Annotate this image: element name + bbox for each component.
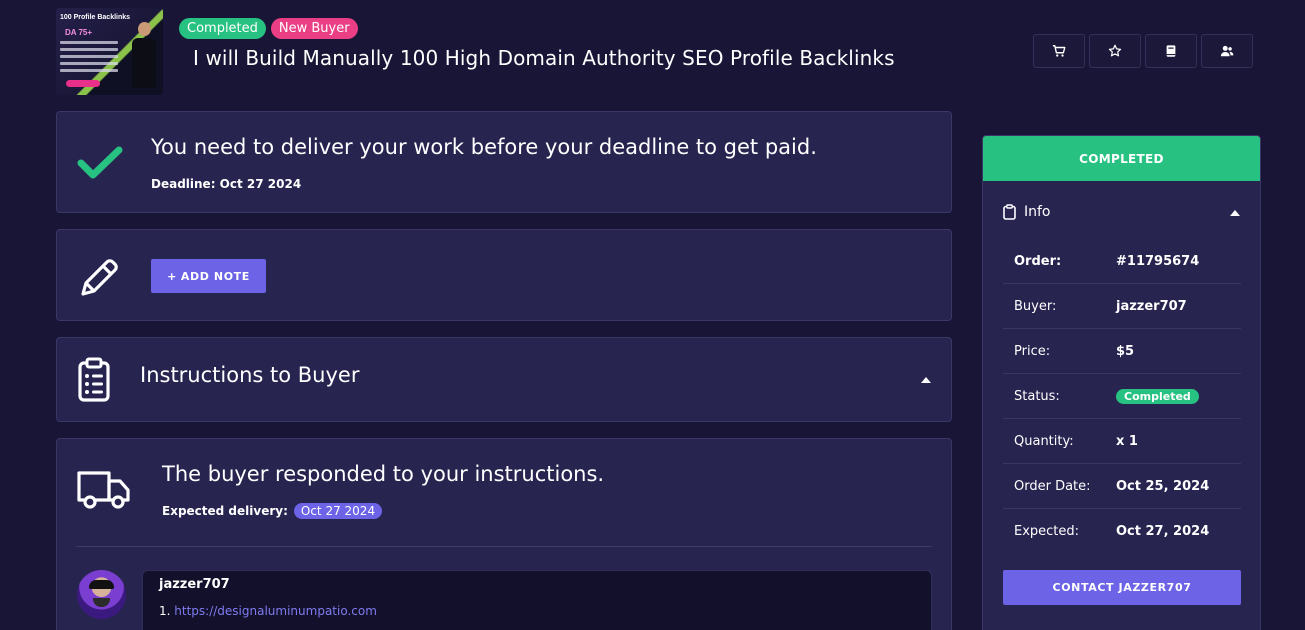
truck-icon: [77, 471, 130, 509]
book-icon: [1166, 45, 1176, 57]
info-label: Price:: [1014, 343, 1051, 359]
users-icon: [1220, 45, 1234, 57]
thumbnail-button: [66, 80, 100, 87]
thumbnail-title: 100 Profile Backlinks: [60, 14, 131, 21]
info-row-order: Order: #11795674: [1003, 239, 1241, 284]
info-label: Order Date:: [1014, 478, 1091, 494]
message-line-number: 1.: [159, 604, 171, 618]
deadline-date: Deadline: Oct 27 2024: [151, 177, 302, 191]
info-row-status: Status: Completed: [1003, 374, 1241, 419]
star-icon: [1108, 44, 1122, 57]
add-note-button[interactable]: + ADD NOTE: [151, 259, 266, 293]
clipboard-icon: [1003, 204, 1016, 220]
header-badges: Completed New Buyer: [179, 18, 358, 39]
buyer-avatar: [77, 570, 126, 619]
message-username: jazzer707: [159, 577, 230, 592]
info-label: Status:: [1014, 388, 1060, 404]
order-status-banner: COMPLETED: [983, 136, 1260, 181]
book-button[interactable]: [1145, 34, 1197, 68]
info-label: Expected:: [1014, 524, 1080, 539]
status-badge: Completed: [1116, 388, 1199, 404]
new-buyer-badge: New Buyer: [270, 18, 358, 39]
message-bubble: jazzer707 1. https://designaluminumpatio…: [142, 570, 932, 630]
plus-icon: +: [167, 269, 177, 283]
info-value: $5: [1116, 343, 1135, 359]
info-value: #11795674: [1116, 253, 1200, 269]
contact-buyer-button[interactable]: CONTACT JAZZER707: [1003, 570, 1241, 605]
cart-icon: [1052, 45, 1066, 57]
caret-up-icon[interactable]: [1230, 210, 1240, 216]
thumbnail-bullets: [60, 41, 118, 76]
completed-badge: Completed: [179, 18, 266, 39]
instructions-card[interactable]: Instructions to Buyer: [56, 337, 952, 422]
info-value: jazzer707: [1116, 298, 1187, 314]
gig-title: I will Build Manually 100 High Domain Au…: [193, 46, 895, 70]
note-card: + ADD NOTE: [56, 229, 952, 321]
order-info-list: Order: #11795674 Buyer: jazzer707 Price:…: [1003, 239, 1241, 554]
info-label: Order:: [1014, 253, 1062, 269]
info-label: Buyer:: [1014, 298, 1057, 314]
expected-delivery-date: Oct 27 2024: [293, 503, 383, 519]
info-value: Oct 27, 2024: [1116, 524, 1210, 539]
deadline-message: You need to deliver your work before you…: [151, 135, 817, 159]
info-row-expected: Expected: Oct 27, 2024: [1003, 509, 1241, 554]
checkmark-icon: [77, 146, 123, 179]
clipboard-list-icon: [78, 357, 110, 402]
add-note-label: ADD NOTE: [180, 269, 250, 283]
expected-delivery: Expected delivery: Oct 27 2024: [162, 503, 383, 519]
favorite-button[interactable]: [1089, 34, 1141, 68]
message-line: 1. https://designaluminumpatio.com: [159, 604, 377, 618]
thumbnail-person: [129, 22, 159, 92]
caret-up-icon[interactable]: [921, 377, 931, 383]
response-message: The buyer responded to your instructions…: [162, 462, 605, 486]
header-actions: [1033, 34, 1253, 68]
info-value: Oct 25, 2024: [1116, 478, 1210, 494]
info-row-order-date: Order Date: Oct 25, 2024: [1003, 464, 1241, 509]
info-header[interactable]: Info: [1003, 204, 1051, 220]
expected-delivery-label: Expected delivery:: [162, 504, 288, 518]
info-label: Quantity:: [1014, 433, 1074, 449]
info-row-quantity: Quantity: x 1: [1003, 419, 1241, 464]
users-button[interactable]: [1201, 34, 1253, 68]
divider: [76, 546, 932, 547]
deadline-card: You need to deliver your work before you…: [56, 111, 952, 213]
pencil-icon: [81, 259, 118, 296]
cart-button[interactable]: [1033, 34, 1085, 68]
gig-thumbnail: 100 Profile Backlinks DA 75+: [56, 8, 163, 95]
info-row-price: Price: $5: [1003, 329, 1241, 374]
buyer-response-card: The buyer responded to your instructions…: [56, 438, 952, 630]
message-link[interactable]: https://designaluminumpatio.com: [174, 604, 377, 618]
instructions-heading: Instructions to Buyer: [140, 363, 360, 387]
order-sidebar: COMPLETED Info Order: #11795674 Buyer: j…: [982, 135, 1261, 630]
info-row-buyer: Buyer: jazzer707: [1003, 284, 1241, 329]
info-value: x 1: [1116, 433, 1138, 449]
thumbnail-subtitle: DA 75+: [65, 28, 93, 37]
info-title: Info: [1024, 204, 1051, 220]
